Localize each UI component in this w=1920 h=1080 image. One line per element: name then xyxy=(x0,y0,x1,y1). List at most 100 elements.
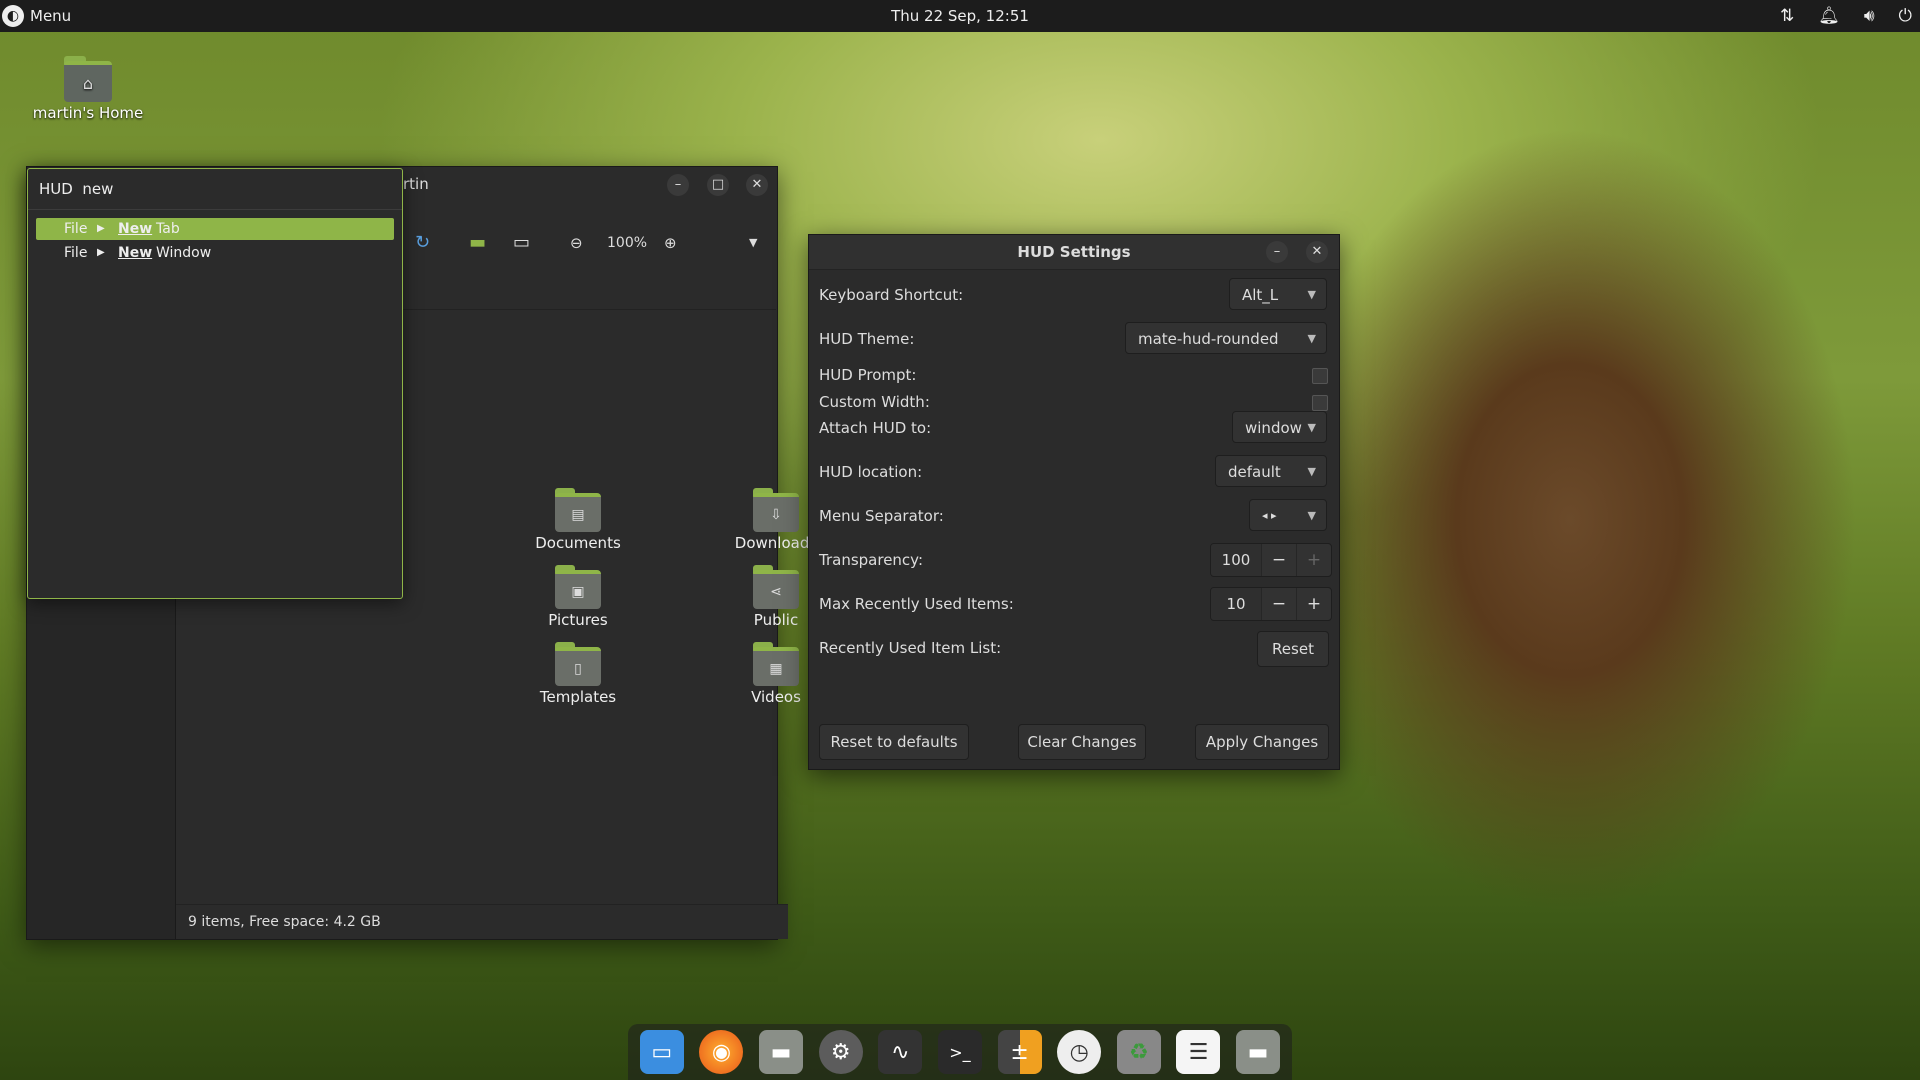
increment-button[interactable]: + xyxy=(1296,544,1331,576)
dialog-title: HUD Settings xyxy=(1017,243,1131,261)
menu-separator-label: Menu Separator: xyxy=(819,507,944,525)
hud-theme-label: HUD Theme: xyxy=(819,330,915,348)
combo-value: window xyxy=(1245,419,1302,437)
decrement-button[interactable]: − xyxy=(1261,544,1296,576)
mate-logo-icon: ◐ xyxy=(2,5,24,27)
panel-clock[interactable]: Thu 22 Sep, 12:51 xyxy=(0,0,1920,32)
hud-result-match: New xyxy=(118,245,153,261)
hud-popup: HUD new File ▶ New Tab File ▶ New Window xyxy=(27,168,403,599)
notification-bell-icon[interactable]: 🔔︎ xyxy=(1818,6,1840,26)
network-icon[interactable]: ⇅ xyxy=(1780,6,1794,26)
transparency-label: Transparency: xyxy=(819,551,924,569)
text-editor-icon[interactable]: ☰ xyxy=(1176,1030,1221,1074)
reset-recent-button[interactable]: Reset xyxy=(1257,631,1329,667)
hud-result-new-tab[interactable]: File ▶ New Tab xyxy=(36,218,394,240)
decrement-button[interactable]: − xyxy=(1261,588,1296,620)
power-icon[interactable]: ⏻ xyxy=(1899,6,1912,26)
arrow-right-icon: ▶ xyxy=(97,223,105,234)
chevron-down-icon: ▼ xyxy=(1307,465,1316,478)
files-icon[interactable]: ▬ xyxy=(759,1030,804,1074)
terminal-view-icon[interactable]: ▭ xyxy=(513,223,530,263)
hud-settings-dialog: HUD Settings – ✕ Keyboard Shortcut: Alt_… xyxy=(808,234,1340,770)
chevron-down-icon: ▼ xyxy=(1307,421,1316,434)
system-tray: ⇅ 🔔︎ 🔊︎ ⏻ xyxy=(1780,0,1912,32)
hud-theme-combo[interactable]: mate-hud-rounded ▼ xyxy=(1125,322,1327,354)
maximize-button[interactable]: □ xyxy=(707,174,729,196)
chevron-down-icon: ▼ xyxy=(1307,288,1316,301)
hud-location-combo[interactable]: default ▼ xyxy=(1215,455,1327,487)
dialog-close-button[interactable]: ✕ xyxy=(1306,241,1328,263)
combo-value: Alt_L xyxy=(1242,286,1279,304)
arrow-right-icon: ▶ xyxy=(97,247,105,258)
reset-defaults-button[interactable]: Reset to defaults xyxy=(819,724,969,760)
status-bar: 9 items, Free space: 4.2 GB xyxy=(176,904,788,939)
chevron-down-icon[interactable]: ▼ xyxy=(749,223,757,263)
max-recent-spinner[interactable]: 10 − + xyxy=(1210,587,1332,621)
max-recent-label: Max Recently Used Items: xyxy=(819,595,1014,613)
settings-icon[interactable]: ⚙ xyxy=(818,1030,863,1074)
folder-icon: ▤ xyxy=(555,488,601,532)
custom-width-checkbox[interactable] xyxy=(1312,395,1328,411)
hud-result-menu: File xyxy=(64,221,88,237)
hud-location-label: HUD location: xyxy=(819,463,923,481)
spinner-value[interactable]: 100 xyxy=(1211,544,1261,576)
keyboard-shortcut-combo[interactable]: Alt_L ▼ xyxy=(1229,278,1327,310)
increment-button[interactable]: + xyxy=(1296,588,1331,620)
top-panel: ◐ Menu Thu 22 Sep, 12:51 ⇅ 🔔︎ 🔊︎ ⏻ xyxy=(0,0,1920,32)
calculator-icon[interactable]: ± xyxy=(997,1030,1042,1074)
chevron-down-icon: ▼ xyxy=(1307,332,1316,345)
folder-view-icon[interactable]: ▬ xyxy=(469,223,486,263)
reload-icon[interactable]: ↻ xyxy=(415,223,430,263)
home-folder-icon: ⌂ xyxy=(64,56,112,102)
menu-separator-combo[interactable]: ◂ ▸ ▼ xyxy=(1249,499,1327,531)
hud-prompt-label: HUD Prompt: xyxy=(819,366,917,384)
folder-icon: ⇩ xyxy=(753,488,799,532)
folder-label: Documents xyxy=(535,534,621,552)
terminal-icon[interactable]: >_ xyxy=(937,1030,982,1074)
hud-result-rest: Window xyxy=(156,245,212,261)
zoom-out-icon[interactable]: ⊖ xyxy=(570,223,583,263)
menu-label: Menu xyxy=(30,7,72,25)
apply-changes-button[interactable]: Apply Changes xyxy=(1195,724,1329,760)
folder-pictures[interactable]: ▣ Pictures xyxy=(503,565,653,629)
folder-templates[interactable]: ▯ Templates xyxy=(503,642,653,706)
folder-icon: ⋖ xyxy=(753,565,799,609)
hud-result-rest: Tab xyxy=(156,221,180,237)
hud-result-menu: File xyxy=(64,245,88,261)
show-desktop-icon[interactable]: ▭ xyxy=(639,1030,684,1074)
attach-hud-label: Attach HUD to: xyxy=(819,419,932,437)
combo-value: mate-hud-rounded xyxy=(1138,330,1279,348)
folder-label: Templates xyxy=(539,688,617,706)
combo-value: default xyxy=(1228,463,1281,481)
chevron-down-icon: ▼ xyxy=(1307,509,1316,522)
combo-value: ◂ ▸ xyxy=(1262,509,1277,522)
hud-search-input[interactable]: HUD new xyxy=(28,169,402,210)
volume-icon[interactable]: 🔊︎ xyxy=(1864,6,1875,26)
spinner-value[interactable]: 10 xyxy=(1211,588,1261,620)
hud-result-new-window[interactable]: File ▶ New Window xyxy=(36,242,394,264)
minimize-button[interactable]: – xyxy=(667,174,689,196)
dialog-minimize-button[interactable]: – xyxy=(1266,241,1288,263)
home-folder-icon[interactable]: ▬ xyxy=(1236,1030,1281,1074)
dialog-titlebar[interactable]: HUD Settings – ✕ xyxy=(809,235,1339,270)
recent-list-label: Recently Used Item List: xyxy=(819,639,1002,657)
custom-width-label: Custom Width: xyxy=(819,393,930,411)
menu-button[interactable]: ◐ Menu xyxy=(0,0,71,32)
clear-changes-button[interactable]: Clear Changes xyxy=(1018,724,1146,760)
close-button[interactable]: ✕ xyxy=(746,174,768,196)
folder-label: Pictures xyxy=(548,611,608,629)
zoom-in-icon[interactable]: ⊕ xyxy=(664,223,677,263)
trash-icon[interactable]: ♻ xyxy=(1116,1030,1161,1074)
transparency-spinner[interactable]: 100 − + xyxy=(1210,543,1332,577)
hud-prompt-checkbox[interactable] xyxy=(1312,368,1328,384)
firefox-icon[interactable]: ◉ xyxy=(699,1030,744,1074)
hud-query-text: HUD new xyxy=(39,180,114,198)
desktop-home-icon[interactable]: ⌂ martin's Home xyxy=(28,56,148,122)
system-monitor-icon[interactable]: ∿ xyxy=(878,1030,923,1074)
attach-hud-combo[interactable]: window ▼ xyxy=(1232,411,1327,443)
folder-documents[interactable]: ▤ Documents xyxy=(503,488,653,552)
clock-icon[interactable]: ◷ xyxy=(1057,1030,1102,1074)
keyboard-shortcut-label: Keyboard Shortcut: xyxy=(819,286,964,304)
folder-icon: ▯ xyxy=(555,642,601,686)
window-title: rtin xyxy=(403,175,429,193)
